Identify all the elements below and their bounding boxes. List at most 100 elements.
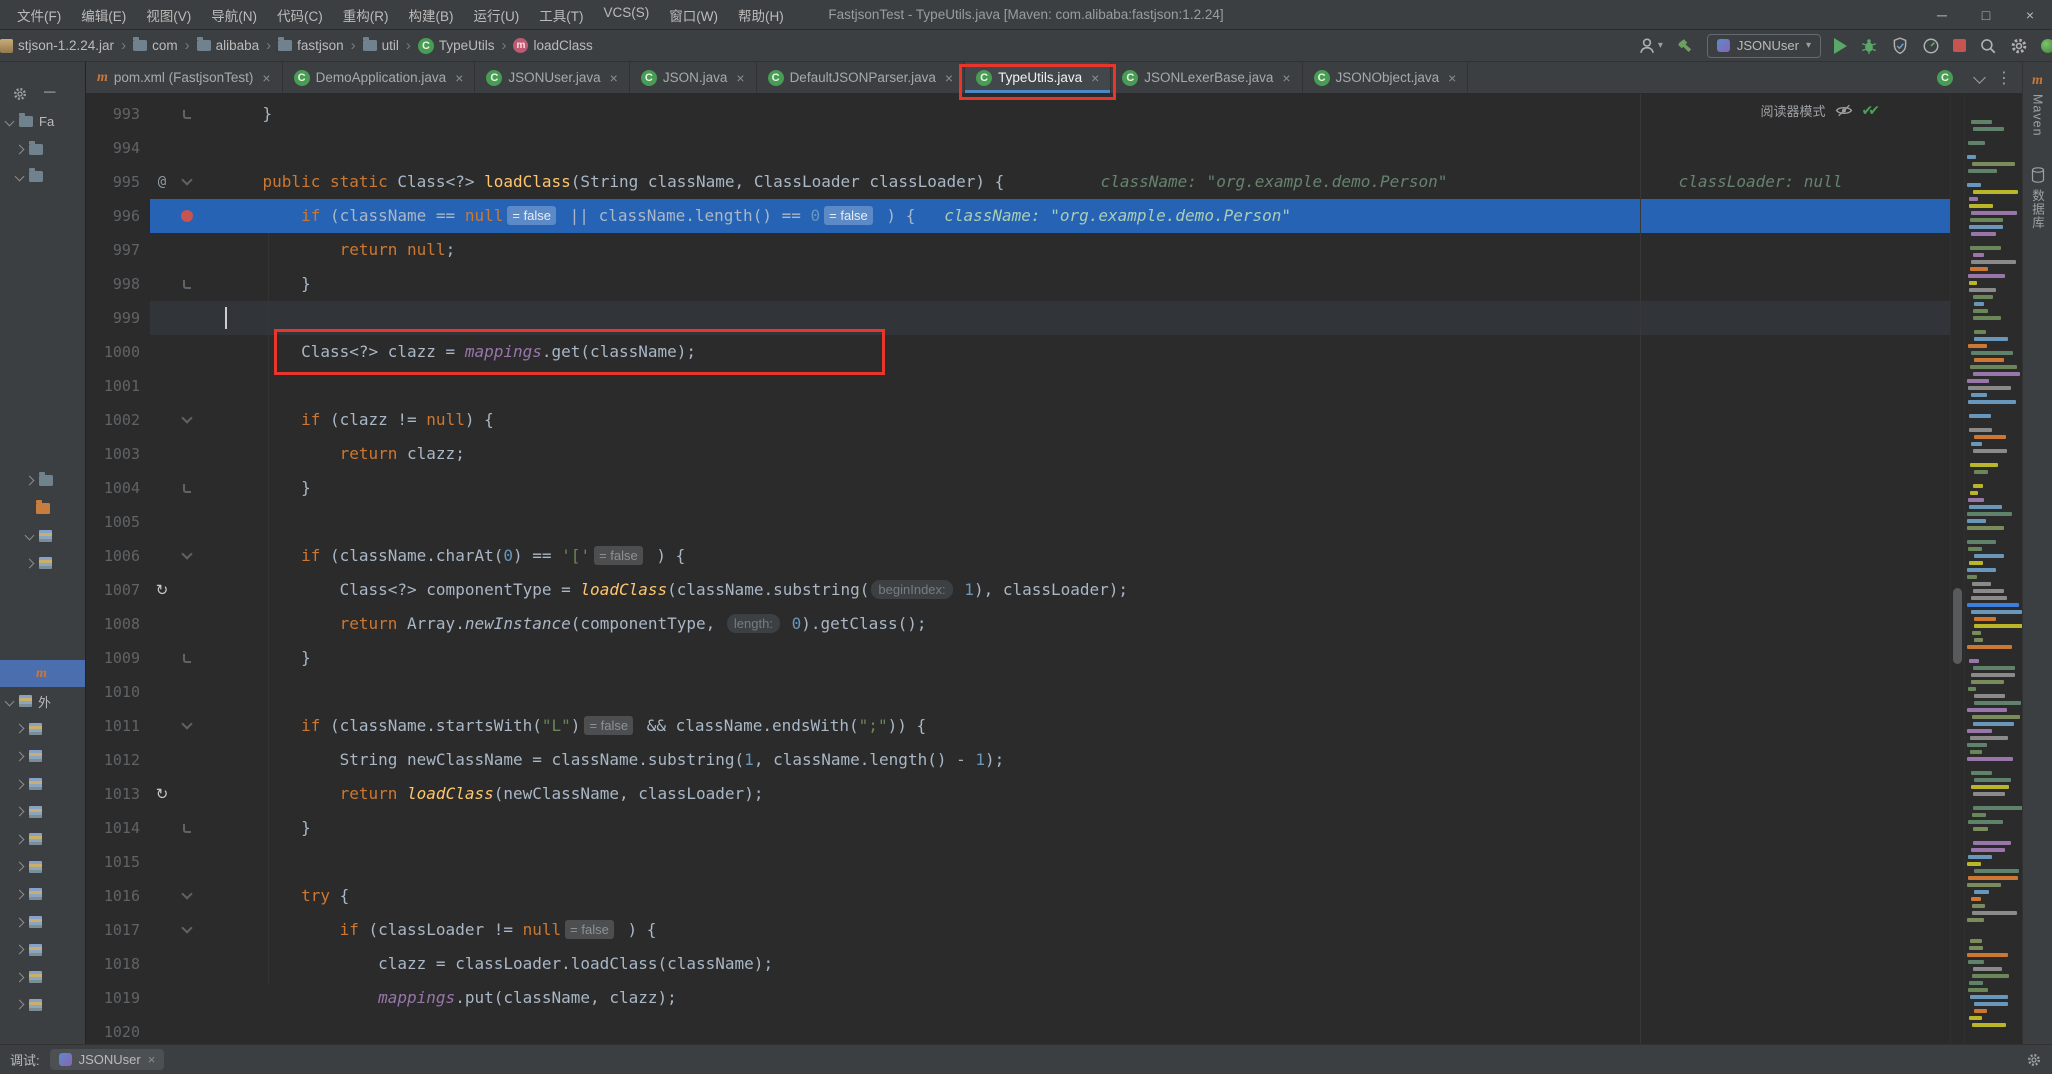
tab-options-kebab-icon[interactable]: ⋮ [1996,68,2012,88]
tab-close-icon[interactable]: × [610,70,618,86]
fold-arrow-icon[interactable] [181,921,193,934]
project-tree-row[interactable] [0,191,85,219]
tab-close-icon[interactable]: × [1282,70,1290,86]
code-line-1006[interactable]: 1006 if (className.charAt(0) == '[' = fal… [86,539,1950,573]
tree-chevron-icon[interactable] [14,779,25,789]
fold-end-icon[interactable] [183,653,191,663]
line-number[interactable]: 1013 [86,777,150,811]
tree-chevron-icon[interactable] [24,558,35,569]
project-tree-row[interactable] [0,356,85,384]
tab-close-icon[interactable]: × [945,70,953,86]
project-tree-row[interactable] [0,301,85,329]
code-line-1011[interactable]: 1011 if (className.startsWith("L") = fals… [86,709,1950,743]
code-line-1012[interactable]: 1012 String newClassName = className.sub… [86,743,1950,777]
breadcrumb-item[interactable]: util [362,37,399,53]
line-number[interactable]: 997 [86,233,150,267]
code-line-1014[interactable]: 1014 } [86,811,1950,845]
line-number[interactable]: 1017 [86,913,150,947]
minimap[interactable] [1964,94,2022,1044]
project-tree-row[interactable]: 外 [0,687,85,715]
settings-button[interactable] [2010,37,2028,55]
line-number[interactable]: 1009 [86,641,150,675]
run-config-select[interactable]: JSONUser ▾ [1706,33,1821,58]
code-line-1020[interactable]: 1020 [86,1015,1950,1044]
line-number[interactable]: 1011 [86,709,150,743]
editor-tab[interactable]: C DefaultJSONParser.java × [757,62,966,93]
line-number[interactable]: 1015 [86,845,150,879]
editor-tab[interactable]: C JSON.java × [630,62,757,93]
menu-item[interactable]: VCS(S) [595,2,659,28]
editor-scrollbar[interactable] [1950,94,1964,1044]
editor-tab-partial[interactable]: C [1937,69,1963,86]
line-number[interactable]: 995 [86,165,150,199]
code-line-1004[interactable]: 1004 } [86,471,1950,505]
project-tree-row[interactable] [0,467,85,495]
tree-chevron-icon[interactable] [14,806,25,817]
project-tree-row[interactable] [0,163,85,191]
menu-item[interactable]: 视图(V) [137,2,200,28]
breadcrumb-item[interactable]: fastjson [278,37,344,53]
editor-tab[interactable]: C TypeUtils.java × [959,62,1117,100]
menu-item[interactable]: 工具(T) [530,2,592,28]
project-tree-row[interactable] [0,715,85,743]
reader-mode-widget[interactable]: 阅读器模式 ✔✔ [1761,101,1881,120]
line-number[interactable]: 1008 [86,607,150,641]
project-tree-row[interactable] [0,743,85,771]
tree-chevron-icon[interactable] [14,999,25,1010]
breadcrumb-item[interactable]: C TypeUtils [417,37,494,54]
tree-chevron-icon[interactable] [14,861,25,872]
fold-end-icon[interactable] [183,823,191,833]
code-line-1016[interactable]: 1016 try { [86,879,1950,913]
project-tree-row[interactable] [0,991,85,1019]
project-tree-row[interactable] [0,329,85,357]
tree-chevron-icon[interactable] [14,751,25,762]
line-number[interactable]: 1020 [86,1015,150,1044]
tool-window-button-database[interactable]: 数据库 [2028,166,2047,229]
editor-tab[interactable]: C JSONUser.java × [475,62,630,93]
menu-item[interactable]: 重构(R) [334,2,398,28]
tab-close-icon[interactable]: × [736,70,744,86]
project-tree-row[interactable] [0,825,85,853]
project-tree-row[interactable] [0,770,85,798]
profiler-button[interactable] [1922,37,1940,55]
build-button[interactable] [1676,37,1694,55]
menu-item[interactable]: 文件(F) [8,2,70,28]
code-line-1018[interactable]: 1018 clazz = classLoader.loadClass(class… [86,947,1950,981]
tree-chevron-icon[interactable] [14,172,25,182]
tree-chevron-icon[interactable] [14,834,25,845]
breadcrumb-item[interactable]: alibaba [196,37,259,53]
inspections-ok-icon[interactable]: ✔✔ [1862,102,1881,119]
code-line-996[interactable]: 996 if (className == null = false || clas… [86,199,1950,233]
fold-end-icon[interactable] [183,109,191,119]
tree-chevron-icon[interactable] [24,530,35,541]
project-tree-row[interactable] [0,936,85,964]
fold-arrow-icon[interactable] [181,717,193,730]
code-line-1015[interactable]: 1015 [86,845,1950,879]
line-number[interactable]: 1007 [86,573,150,607]
line-number[interactable]: 999 [86,301,150,335]
line-number[interactable]: 1016 [86,879,150,913]
code-line-994[interactable]: 994 [86,131,1950,165]
eye-icon[interactable] [1835,103,1853,118]
tree-chevron-icon[interactable] [14,972,25,983]
project-tree-row[interactable]: Fa [0,108,85,136]
project-tree-row[interactable] [0,577,85,605]
fold-arrow-icon[interactable] [181,173,193,186]
project-tree-row[interactable] [0,274,85,302]
editor-tab[interactable]: C JSONObject.java × [1303,62,1469,93]
fold-end-icon[interactable] [183,483,191,493]
project-tree-row[interactable] [0,853,85,881]
line-number[interactable]: 1002 [86,403,150,437]
project-tree-row[interactable] [0,963,85,991]
line-number[interactable]: 1001 [86,369,150,403]
project-tree-row[interactable] [0,136,85,164]
layout-settings-button[interactable] [2026,1052,2042,1068]
menu-item[interactable]: 代码(C) [268,2,332,28]
fold-end-icon[interactable] [183,279,191,289]
project-tree-row[interactable] [0,632,85,660]
fold-arrow-icon[interactable] [181,887,193,900]
maximize-button[interactable]: □ [1964,0,2008,30]
tool-window-button-maven[interactable]: m Maven [2031,74,2045,137]
code-line-1008[interactable]: 1008 return Array.newInstance(componentT… [86,607,1950,641]
user-menu-button[interactable]: ▾ [1638,37,1663,55]
